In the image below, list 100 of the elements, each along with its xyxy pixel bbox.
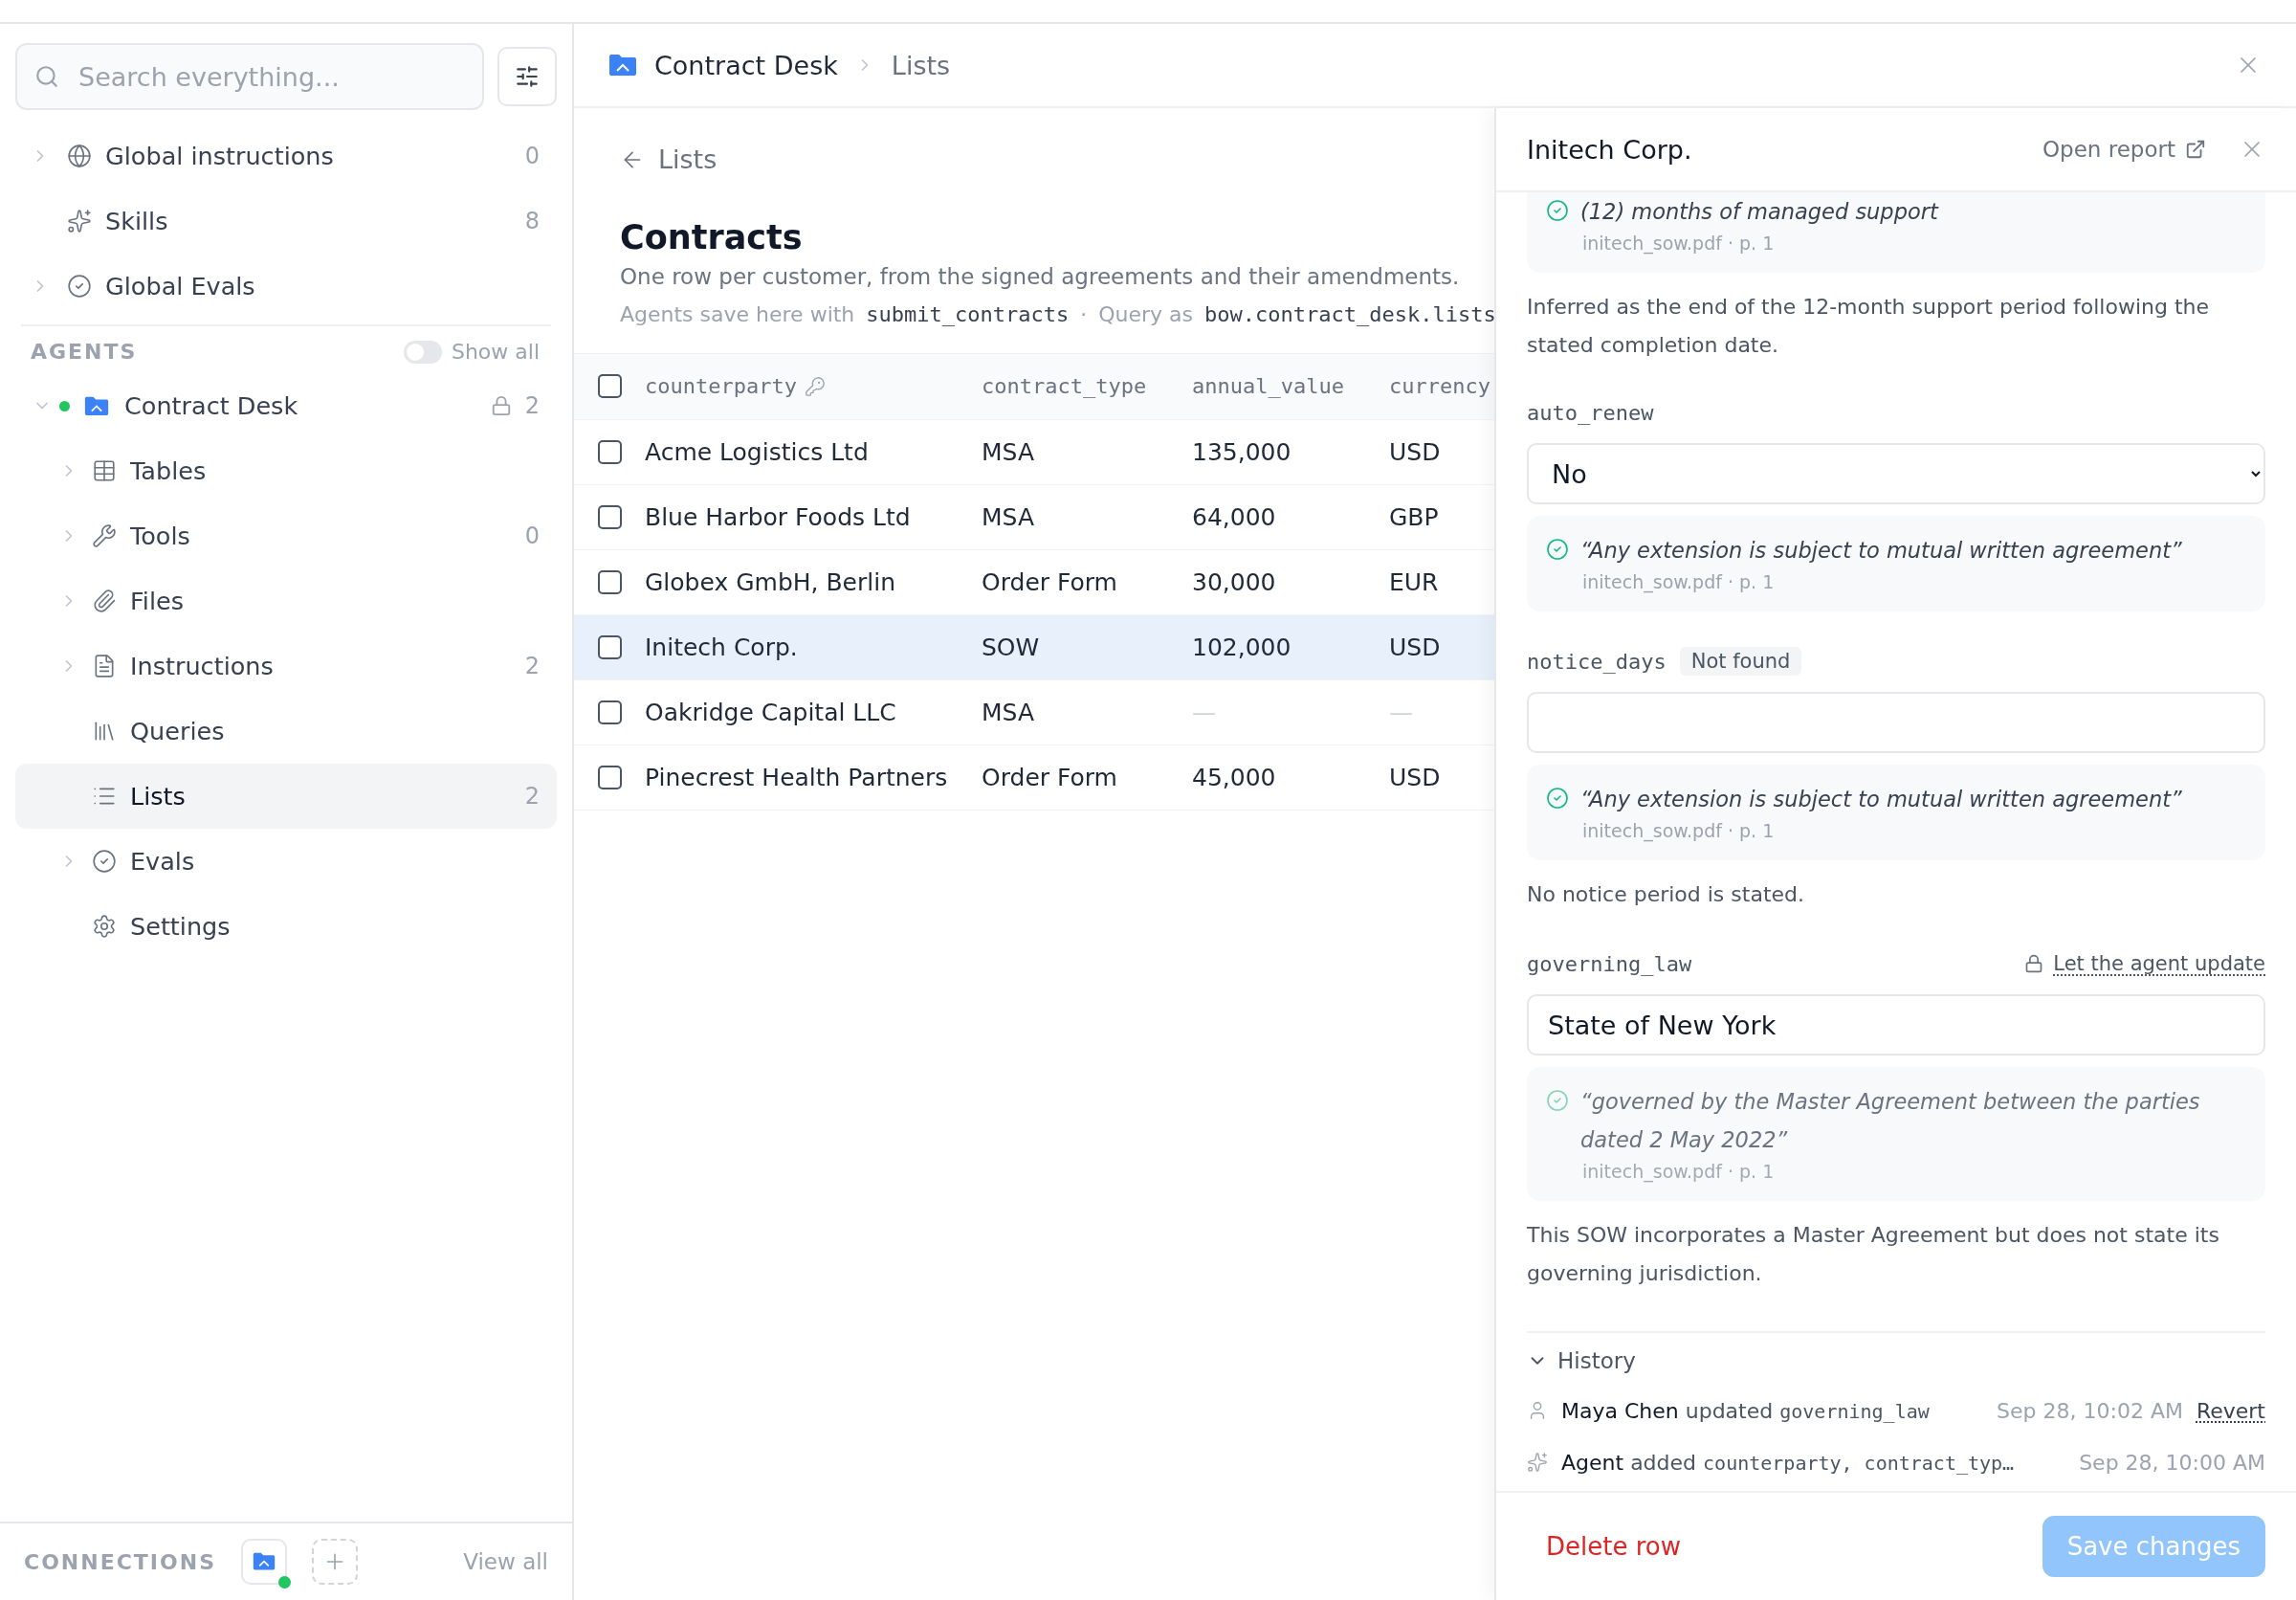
row-checkbox[interactable] <box>598 504 622 529</box>
filter-button[interactable] <box>497 47 557 106</box>
sliders-icon <box>515 64 540 89</box>
table-cell-text: MSA <box>982 502 1035 531</box>
external-link-icon <box>2185 139 2206 160</box>
row-checkbox[interactable] <box>598 634 622 659</box>
nav-item[interactable]: Skills 8 <box>15 189 557 254</box>
section-title: AGENTS <box>31 340 138 364</box>
input-field[interactable]: State of New York <box>1527 994 2265 1056</box>
row-checkbox[interactable] <box>598 765 622 789</box>
nav-item[interactable]: Files <box>15 568 557 633</box>
item-count: 0 <box>524 522 540 549</box>
sparkles-icon <box>1527 1452 1548 1473</box>
input-field[interactable] <box>1527 692 2265 753</box>
field-label: notice_days <box>1527 649 1667 674</box>
table-cell-text: 45,000 <box>1192 763 1277 791</box>
column-header[interactable]: counterparty <box>645 374 982 398</box>
show-all-toggle[interactable] <box>403 340 442 364</box>
history-entry: Maya Chen updated governing_law <box>1561 1398 1931 1423</box>
field-label: governing_law <box>1527 951 1692 976</box>
table-cell-text: Order Form <box>982 567 1118 596</box>
table-row[interactable]: Initech Corp. SOW 102,000 USD <box>574 614 1494 680</box>
nav-item[interactable]: Queries <box>15 699 557 764</box>
table-cell-text: Oakridge Capital LLC <box>645 698 897 726</box>
section-title: CONNECTIONS <box>24 1549 216 1574</box>
table-cell-text: SOW <box>982 633 1041 661</box>
table-cell-text: 135,000 <box>1192 437 1292 466</box>
panel-title: Initech Corp. <box>1527 134 1693 165</box>
settings-icon <box>92 914 117 939</box>
nav-item[interactable]: Instructions 2 <box>15 633 557 699</box>
table-cell-text: USD <box>1389 437 1442 466</box>
field-note: No notice period is stated. <box>1527 881 1805 908</box>
row-checkbox[interactable] <box>598 700 622 724</box>
citation-quote: (12) months of managed support <box>1580 198 1938 226</box>
table-cell-text: USD <box>1389 763 1442 791</box>
toggle-label: Show all <box>451 340 540 364</box>
table-cell-text: MSA <box>982 437 1035 466</box>
table-cell-text: — <box>1389 698 1414 726</box>
item-count: 0 <box>524 143 540 169</box>
revert-link[interactable]: Revert <box>2196 1398 2265 1423</box>
query-name: bow.contract_desk.lists <box>1204 301 1494 326</box>
item-count: 2 <box>524 392 540 419</box>
tool-name: submit_contracts <box>866 301 1070 326</box>
row-checkbox[interactable] <box>598 439 622 464</box>
history-time: Sep 28, 10:02 AM <box>1997 1398 2183 1423</box>
page-description: One row per customer, from the signed agreements and their amendments. <box>620 263 1461 289</box>
search-icon <box>34 64 59 89</box>
table-cell-text: Order Form <box>982 763 1118 791</box>
table-icon <box>92 458 117 483</box>
nav-item[interactable]: Lists 2 <box>15 764 557 829</box>
delete-row-button[interactable]: Delete row <box>1546 1532 1681 1561</box>
back-link[interactable]: Lists <box>620 144 718 174</box>
globe-icon <box>67 144 92 168</box>
sparkles-icon <box>67 209 92 233</box>
table-cell-text: Globex GmbH, Berlin <box>645 567 896 596</box>
field-note: Inferred as the end of the 12-month support period following the stated completion date. <box>1527 294 2211 359</box>
nav-item[interactable]: Global Evals <box>15 254 557 319</box>
table-cell-text: EUR <box>1389 567 1440 596</box>
check-circle-icon <box>92 849 117 874</box>
search-field[interactable]: Search everything... <box>15 43 484 110</box>
field-note: This SOW incorporates a Master Agreement but does not state its governing jurisdiction. <box>1527 1222 2220 1287</box>
breadcrumb-item[interactable]: Contract Desk <box>654 50 838 80</box>
column-header[interactable]: contract_type <box>982 374 1192 398</box>
table-cell-text: 30,000 <box>1192 567 1277 596</box>
column-header[interactable]: currency <box>1389 374 1494 398</box>
open-report-link[interactable]: Open report <box>2042 137 2206 162</box>
usage-label: Query as <box>1098 301 1194 326</box>
nav-item[interactable]: Tools 0 <box>15 503 557 568</box>
item-count: 2 <box>524 653 540 679</box>
nav-item[interactable]: Global instructions 0 <box>15 123 557 189</box>
row-checkbox[interactable] <box>598 569 622 594</box>
citation-source: initech_sow.pdf · p. 1 <box>1581 1161 1776 1182</box>
table-cell-text: USD <box>1389 633 1442 661</box>
nav-item[interactable]: Tables <box>15 438 557 503</box>
citation-source: initech_sow.pdf · p. 1 <box>1581 571 1776 592</box>
agent-item[interactable]: Contract Desk 2 <box>15 373 557 438</box>
unlock-link[interactable]: Let the agent update <box>2024 952 2265 975</box>
table-cell-text: GBP <box>1389 502 1440 531</box>
table-cell-text: Initech Corp. <box>645 633 799 661</box>
table-cell-text: Pinecrest Health Partners <box>645 763 949 791</box>
page-title: Contracts <box>620 217 804 256</box>
field-label: auto_renew <box>1527 400 1654 425</box>
citation-source: initech_sow.pdf · p. 1 <box>1581 820 1776 841</box>
select-all-checkbox[interactable] <box>598 374 622 398</box>
citation-source: initech_sow.pdf · p. 1 <box>1581 233 1776 254</box>
table-cell-text: 102,000 <box>1192 633 1292 661</box>
history-toggle[interactable]: History <box>1527 1348 1636 1373</box>
history-entry: Agent added counterparty, contract_typ… <box>1561 1450 2016 1475</box>
item-count: 2 <box>524 783 540 810</box>
folder-icon <box>84 395 109 416</box>
paperclip-icon <box>92 589 117 613</box>
folder-icon <box>253 1552 276 1571</box>
column-header[interactable]: annual_value <box>1192 374 1389 398</box>
nav-item[interactable]: Evals <box>15 829 557 894</box>
select-field[interactable]: No <box>1527 443 2265 504</box>
usage-label: Agents save here with <box>620 301 855 326</box>
separator: · <box>1080 301 1088 326</box>
nav-item[interactable]: Settings <box>15 894 557 959</box>
table-cell-text: MSA <box>982 698 1035 726</box>
breadcrumb-item[interactable]: Lists <box>891 50 951 80</box>
